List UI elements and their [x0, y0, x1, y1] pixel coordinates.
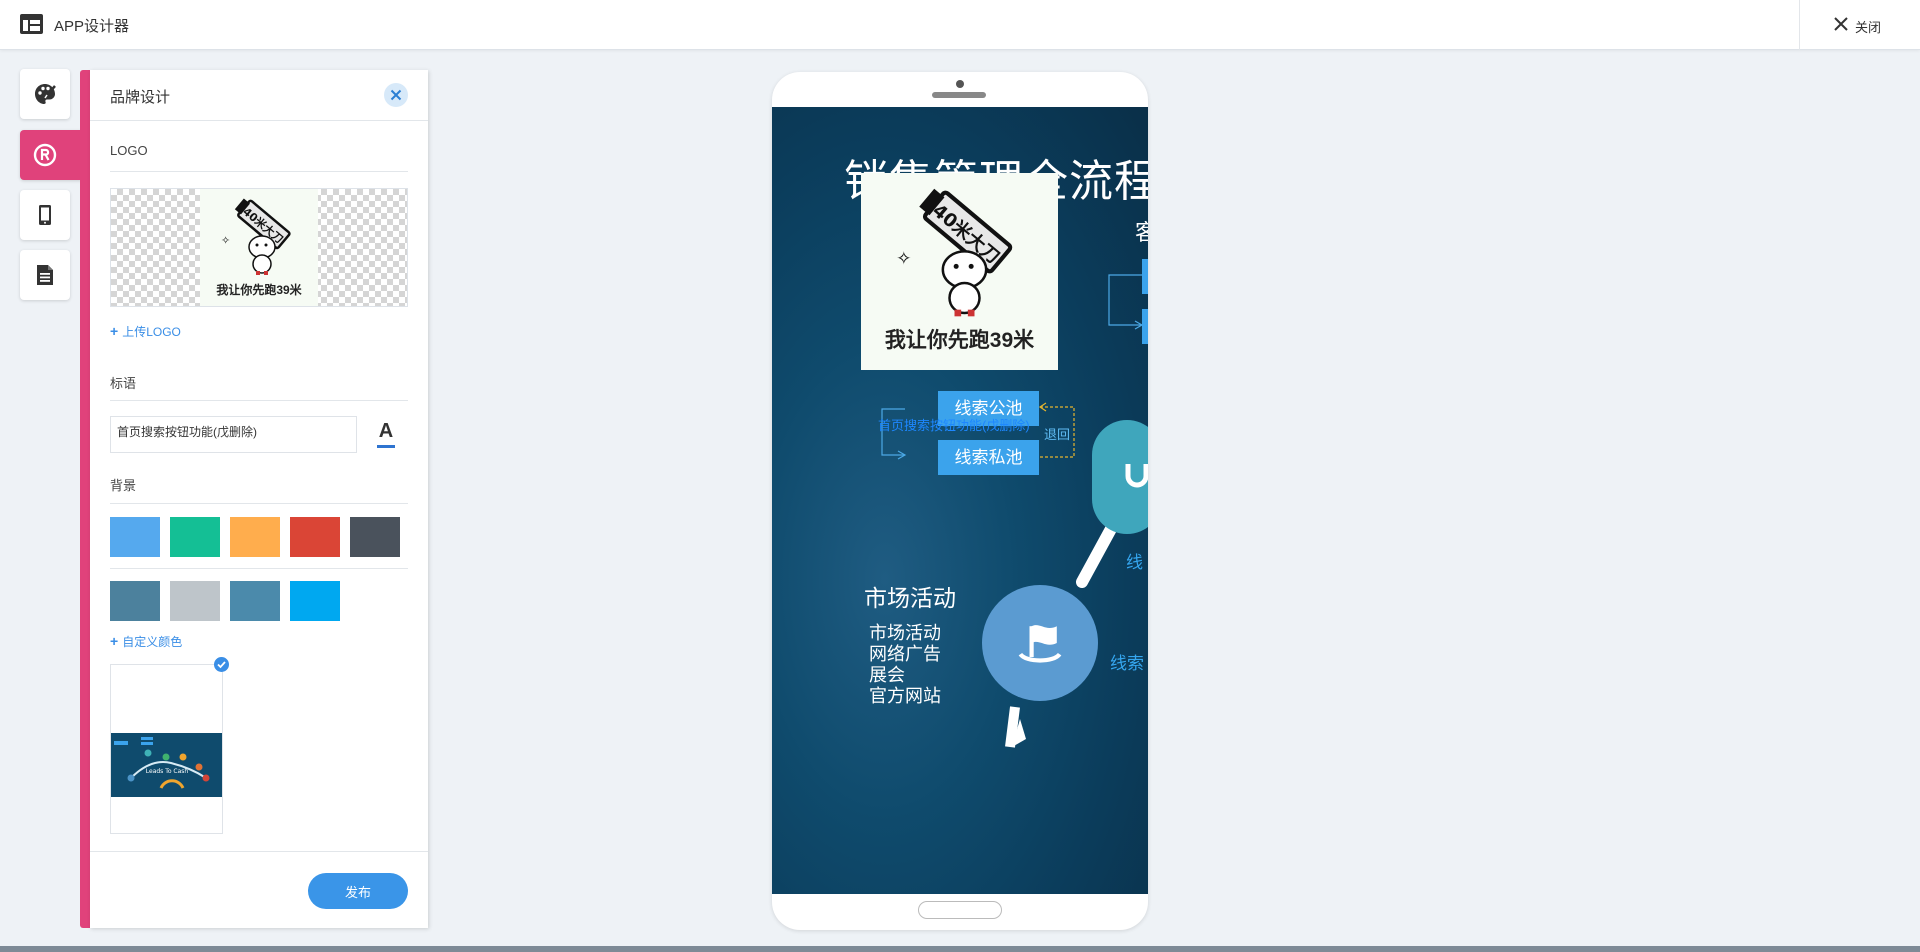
mobile-icon: [39, 205, 51, 225]
return-label: 退回: [1044, 427, 1071, 442]
logo-image: 40米大刀 ✧ 我让你先跑39米: [200, 189, 318, 306]
rail-brand-button[interactable]: [20, 130, 82, 180]
panel-title: 品牌设计: [110, 89, 171, 106]
color-swatch[interactable]: [170, 581, 220, 621]
top-bar: APP设计器 关闭: [0, 0, 1920, 50]
app-title: APP设计器: [54, 18, 130, 35]
close-button[interactable]: 关闭: [1799, 0, 1920, 50]
phone-home-button: [918, 901, 1002, 919]
slogan-overlay-text: 首页搜索按钮功能(戊删除): [878, 418, 1030, 433]
preview-logo-image: 40米大刀 ✧ 我让你先跑39米: [861, 173, 1058, 370]
font-color-icon: A: [378, 420, 394, 442]
close-icon: [1834, 17, 1848, 31]
svg-text:✧: ✧: [221, 234, 230, 247]
divider: [110, 171, 408, 172]
color-swatch[interactable]: [290, 517, 340, 557]
upload-logo-link[interactable]: + 上传LOGO: [110, 323, 181, 340]
theme-thumbnail[interactable]: Leads To Cash: [110, 664, 223, 834]
panel-header: 品牌设计: [90, 70, 428, 121]
color-swatch[interactable]: [110, 581, 160, 621]
magnet-icon: [1125, 464, 1148, 488]
phone-camera: [956, 80, 964, 88]
close-icon: [390, 89, 402, 101]
rail-device-button[interactable]: [20, 190, 70, 240]
preview-cut-text: 客: [1135, 220, 1148, 245]
divider: [110, 503, 408, 504]
preview-cut-label-2: 线索: [1110, 654, 1144, 673]
rail-theme-button[interactable]: [20, 69, 70, 119]
slogan-section-label: 标语: [110, 376, 137, 391]
divider: [110, 400, 408, 401]
document-icon: [37, 265, 53, 285]
close-label: 关闭: [1855, 20, 1882, 35]
logo-section-label: LOGO: [110, 143, 148, 158]
market-stage-circle: [982, 585, 1098, 701]
taskbar-strip: [0, 946, 1920, 952]
panel-accent-strip: [80, 70, 90, 928]
panel-close-button[interactable]: [384, 83, 408, 107]
custom-color-link[interactable]: + 自定义颜色: [110, 633, 182, 650]
preview-cut-label: 线: [1126, 553, 1143, 572]
brand-design-panel: 品牌设计 LOGO 40米大刀 ✧ 我让你先跑39米 + 上传LOGO 标语 首…: [90, 70, 428, 928]
color-swatch[interactable]: [230, 581, 280, 621]
registered-icon: [33, 143, 57, 167]
slogan-input[interactable]: 首页搜索按钮功能(戊删除): [110, 416, 357, 453]
theme-thumbnail-image: Leads To Cash: [111, 733, 222, 797]
logo-caption: 我让你先跑39米: [216, 283, 302, 297]
plus-icon: +: [110, 323, 119, 339]
plus-icon: +: [110, 633, 119, 649]
rail-page-button[interactable]: [20, 250, 70, 300]
background-section-label: 背景: [110, 478, 137, 493]
color-swatch[interactable]: [230, 517, 280, 557]
divider: [90, 851, 428, 852]
theme-thumbnail-text: Leads To Cash: [146, 768, 189, 775]
phone-screen: 销售管理全流程 40米大刀 ✧ 我让你先跑39米 客 线索公池 线索私池 首页: [772, 107, 1148, 894]
palette-icon: [35, 84, 56, 104]
color-swatch[interactable]: [170, 517, 220, 557]
selected-check-icon: [214, 657, 229, 672]
color-swatch[interactable]: [350, 517, 400, 557]
logo-preview[interactable]: 40米大刀 ✧ 我让你先跑39米: [110, 188, 408, 307]
phone-preview: 销售管理全流程 40米大刀 ✧ 我让你先跑39米 客 线索公池 线索私池 首页: [772, 72, 1148, 930]
font-color-button[interactable]: A: [376, 420, 396, 448]
divider: [110, 568, 408, 569]
app-designer-icon: [20, 14, 43, 34]
svg-text:✧: ✧: [896, 249, 911, 270]
flag-icon: [1018, 625, 1062, 663]
publish-button[interactable]: 发布: [308, 873, 408, 909]
lead-stage-circle: [1092, 420, 1148, 534]
phone-speaker: [932, 92, 986, 98]
market-item: 官方网站: [869, 686, 941, 706]
preview-logo-caption: 我让你先跑39米: [884, 329, 1035, 352]
color-swatch[interactable]: [290, 581, 340, 621]
market-title: 市场活动: [864, 585, 956, 611]
color-swatch[interactable]: [110, 517, 160, 557]
lead-private-pool-box: 线索私池: [938, 440, 1039, 475]
